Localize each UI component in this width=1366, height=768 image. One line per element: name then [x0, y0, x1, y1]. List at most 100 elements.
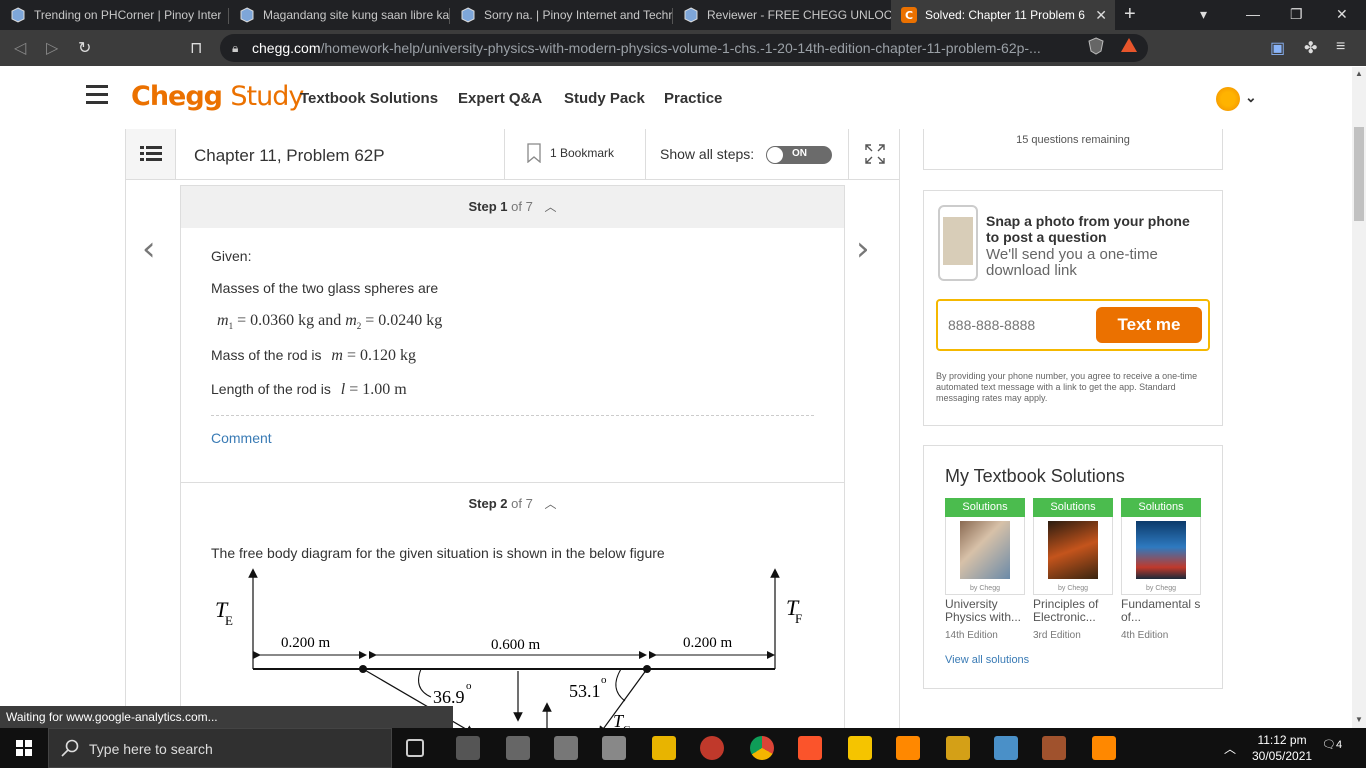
- game-app-icon[interactable]: [1042, 736, 1066, 760]
- bookmark-button[interactable]: 1 Bookmark: [504, 129, 646, 179]
- next-step-arrow-icon[interactable]: ›: [856, 229, 870, 269]
- prev-step-arrow-icon[interactable]: ‹: [142, 229, 156, 269]
- browser-address-bar: ◁ ▷ ↻ ⊓ 🔒︎ chegg.com/homework-help/unive…: [0, 30, 1366, 66]
- textbooks-title: My Textbook Solutions: [945, 466, 1125, 486]
- taskbar-search[interactable]: Type here to search: [48, 728, 392, 768]
- textbook-card[interactable]: Solutions by Chegg Principles of Electro…: [1033, 498, 1113, 641]
- view-all-solutions-link[interactable]: View all solutions: [945, 654, 1029, 666]
- tab-title: Magandang site kung saan libre ka: [263, 8, 449, 22]
- browser-tab-active[interactable]: C Solved: Chapter 11 Problem 62 ✕: [891, 0, 1115, 30]
- new-tab-button[interactable]: +: [1124, 3, 1136, 26]
- taskbar-clock[interactable]: 11:12 pm 30/05/2021: [1252, 732, 1312, 764]
- camera-app-icon[interactable]: [602, 736, 626, 760]
- brave-shield-icon[interactable]: [1088, 37, 1104, 60]
- calculator-app-icon[interactable]: [554, 736, 578, 760]
- book-name[interactable]: University Physics with...: [945, 598, 1025, 626]
- reload-icon[interactable]: ↻: [78, 38, 91, 58]
- scroll-up-icon[interactable]: ▲: [1355, 69, 1363, 78]
- menu-icon[interactable]: ≡: [1336, 38, 1345, 56]
- potplayer-app-icon[interactable]: [848, 736, 872, 760]
- solutions-badge: Solutions: [1121, 498, 1201, 517]
- bookmark-page-icon[interactable]: ⊓: [190, 38, 202, 58]
- window-close-icon[interactable]: ✕: [1336, 6, 1348, 23]
- degree-left-label: o: [466, 680, 472, 692]
- vlc-app-icon-2[interactable]: [1092, 736, 1116, 760]
- avatar[interactable]: [1216, 87, 1240, 111]
- brave-app-icon[interactable]: [798, 736, 822, 760]
- free-body-diagram: T E T F 0.200 m 0.600 m 0.200 m 36.9 o 5…: [215, 568, 802, 728]
- translate-icon[interactable]: ▣: [1270, 38, 1285, 58]
- task-view-icon[interactable]: [406, 739, 424, 757]
- book-cover[interactable]: by Chegg: [945, 517, 1025, 595]
- rod-mass-symbol: m: [331, 347, 343, 365]
- chevron-up-icon[interactable]: ︿: [1224, 740, 1236, 757]
- list-icon[interactable]: [126, 129, 176, 179]
- comment-link[interactable]: Comment: [211, 430, 814, 446]
- masses-equation: m1 = 0.0360 kg and m2 = 0.0240 kg: [217, 312, 814, 331]
- textbook-card[interactable]: Solutions by Chegg University Physics wi…: [945, 498, 1025, 641]
- dictionary-app-icon[interactable]: [506, 736, 530, 760]
- m2-symbol: m: [345, 312, 357, 329]
- snap-photo-box: Snap a photo from your phone to post a q…: [923, 190, 1223, 426]
- hamburger-menu-icon[interactable]: [86, 85, 108, 109]
- text-me-button[interactable]: Text me: [1096, 307, 1202, 343]
- step-header[interactable]: Step 2 of 7 ︿: [181, 483, 844, 525]
- browser-tab[interactable]: Magandang site kung saan libre ka: [229, 0, 449, 30]
- book-cover-image: [1136, 521, 1186, 579]
- browser-tab-bar: Trending on PHCorner | Pinoy Inter Magan…: [0, 0, 1366, 30]
- page-scrollbar[interactable]: ▲ ▼: [1352, 67, 1366, 728]
- logo-study: Study: [230, 81, 304, 112]
- tab-title: Reviewer - FREE CHEGG UNLOCKS: [707, 8, 891, 22]
- url-bar[interactable]: 🔒︎ chegg.com/homework-help/university-ph…: [220, 34, 1148, 62]
- book-cover[interactable]: by Chegg: [1121, 517, 1201, 595]
- book-name[interactable]: Fundamental s of...: [1121, 598, 1201, 626]
- textbook-solutions-box: My Textbook Solutions Solutions by Chegg…: [923, 445, 1223, 689]
- chevron-up-icon[interactable]: ︿: [544, 483, 556, 525]
- pokeball-app-icon[interactable]: [700, 736, 724, 760]
- browser-tab[interactable]: Reviewer - FREE CHEGG UNLOCKS: [673, 0, 891, 30]
- fullscreen-icon[interactable]: [848, 129, 899, 179]
- back-icon[interactable]: ◁: [14, 38, 26, 58]
- nav-practice[interactable]: Practice: [664, 90, 722, 107]
- chrome-app-icon[interactable]: [750, 736, 774, 760]
- browser-tab[interactable]: Sorry na. | Pinoy Internet and Techr: [450, 0, 672, 30]
- minimize-icon[interactable]: —: [1246, 6, 1260, 22]
- show-all-steps-label: Show all steps:: [660, 146, 755, 162]
- browser-tab[interactable]: Trending on PHCorner | Pinoy Inter: [0, 0, 228, 30]
- chevron-down-icon[interactable]: ⌄: [1245, 89, 1257, 106]
- notes-app-icon[interactable]: [994, 736, 1018, 760]
- step-of: of 7: [511, 199, 533, 214]
- nav-study-pack[interactable]: Study Pack: [564, 90, 645, 107]
- notepad-app-icon[interactable]: [456, 736, 480, 760]
- extensions-icon[interactable]: ✤: [1304, 38, 1317, 58]
- close-icon[interactable]: ✕: [1095, 7, 1107, 24]
- scrollbar-thumb[interactable]: [1354, 127, 1364, 221]
- nav-expert-qa[interactable]: Expert Q&A: [458, 90, 542, 107]
- phone-input[interactable]: [948, 311, 1088, 339]
- book-cover[interactable]: by Chegg: [1033, 517, 1113, 595]
- angle-right-label: 53.1: [569, 681, 601, 701]
- windows-start-icon[interactable]: [16, 740, 32, 761]
- degree-right-label: o: [601, 674, 607, 686]
- vlc-app-icon[interactable]: [896, 736, 920, 760]
- brave-rewards-icon[interactable]: [1120, 37, 1138, 58]
- solution-panel: Chapter 11, Problem 62P 1 Bookmark Show …: [125, 129, 900, 728]
- show-all-steps-toggle[interactable]: ON: [766, 146, 832, 164]
- chegg-study-logo[interactable]: Chegg Study: [131, 81, 304, 112]
- file-explorer-icon[interactable]: [652, 736, 676, 760]
- notification-icon[interactable]: 🗨︎4: [1322, 738, 1342, 751]
- book-name[interactable]: Principles of Electronic...: [1033, 598, 1113, 626]
- step-header[interactable]: Step 1 of 7 ︿: [181, 186, 844, 228]
- restore-icon[interactable]: ❐: [1290, 6, 1303, 23]
- scroll-down-icon[interactable]: ▼: [1355, 715, 1363, 724]
- string-right: [598, 668, 648, 728]
- step-label: Step 2: [468, 496, 508, 511]
- nav-textbook-solutions[interactable]: Textbook Solutions: [300, 90, 438, 107]
- chevron-up-icon[interactable]: ︿: [544, 186, 556, 228]
- pdf-app-icon[interactable]: [946, 736, 970, 760]
- forward-icon[interactable]: ▷: [46, 38, 58, 58]
- tab-search-icon[interactable]: ▾: [1200, 6, 1207, 23]
- textbook-card[interactable]: Solutions by Chegg Fundamental s of... 4…: [1121, 498, 1201, 641]
- rod-mass-text: Mass of the rod is: [211, 347, 322, 364]
- tab-title: Trending on PHCorner | Pinoy Inter: [34, 8, 222, 22]
